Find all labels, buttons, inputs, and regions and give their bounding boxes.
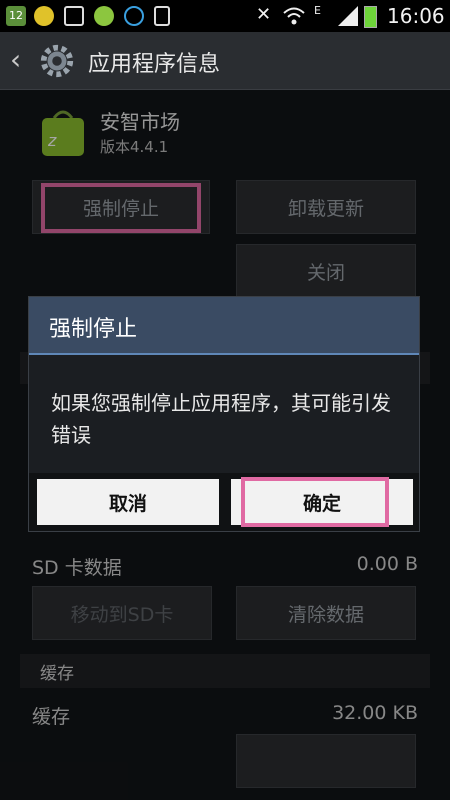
cancel-label: 取消 xyxy=(108,492,147,515)
image-icon xyxy=(64,6,84,26)
dialog-button-bar: 取消 确定 xyxy=(29,473,419,531)
status-time: 16:06 xyxy=(387,4,445,28)
wifi-icon xyxy=(283,7,305,25)
action-bar: ‹ 应用程序信息 xyxy=(0,32,450,90)
force-stop-dialog: 强制停止 如果您强制停止应用程序，其可能引发错误 取消 确定 xyxy=(28,296,420,532)
plugin-icon xyxy=(94,6,114,26)
cancel-button[interactable]: 取消 xyxy=(37,479,219,525)
back-chevron-icon[interactable]: ‹ xyxy=(10,46,21,74)
badge-number: 12 xyxy=(9,9,23,22)
battery-icon xyxy=(364,6,377,28)
page-title: 应用程序信息 xyxy=(88,52,221,77)
gear-icon[interactable] xyxy=(38,42,76,80)
p-app-icon xyxy=(124,6,144,26)
mute-icon: ✕ xyxy=(256,4,272,25)
dialog-message: 如果您强制停止应用程序，其可能引发错误 xyxy=(51,391,391,447)
game-icon xyxy=(34,6,54,26)
signal-bars-icon xyxy=(338,6,358,26)
dialog-title: 强制停止 xyxy=(49,317,138,342)
phone-download-icon xyxy=(154,6,170,26)
confirm-highlight xyxy=(241,477,389,527)
status-bar: 12 ✕ E 16:06 xyxy=(0,0,450,32)
network-type-label: E xyxy=(314,4,321,17)
dialog-title-bar: 强制停止 xyxy=(29,297,419,355)
notification-12-icon: 12 xyxy=(6,6,26,26)
confirm-button[interactable]: 确定 xyxy=(231,477,413,527)
